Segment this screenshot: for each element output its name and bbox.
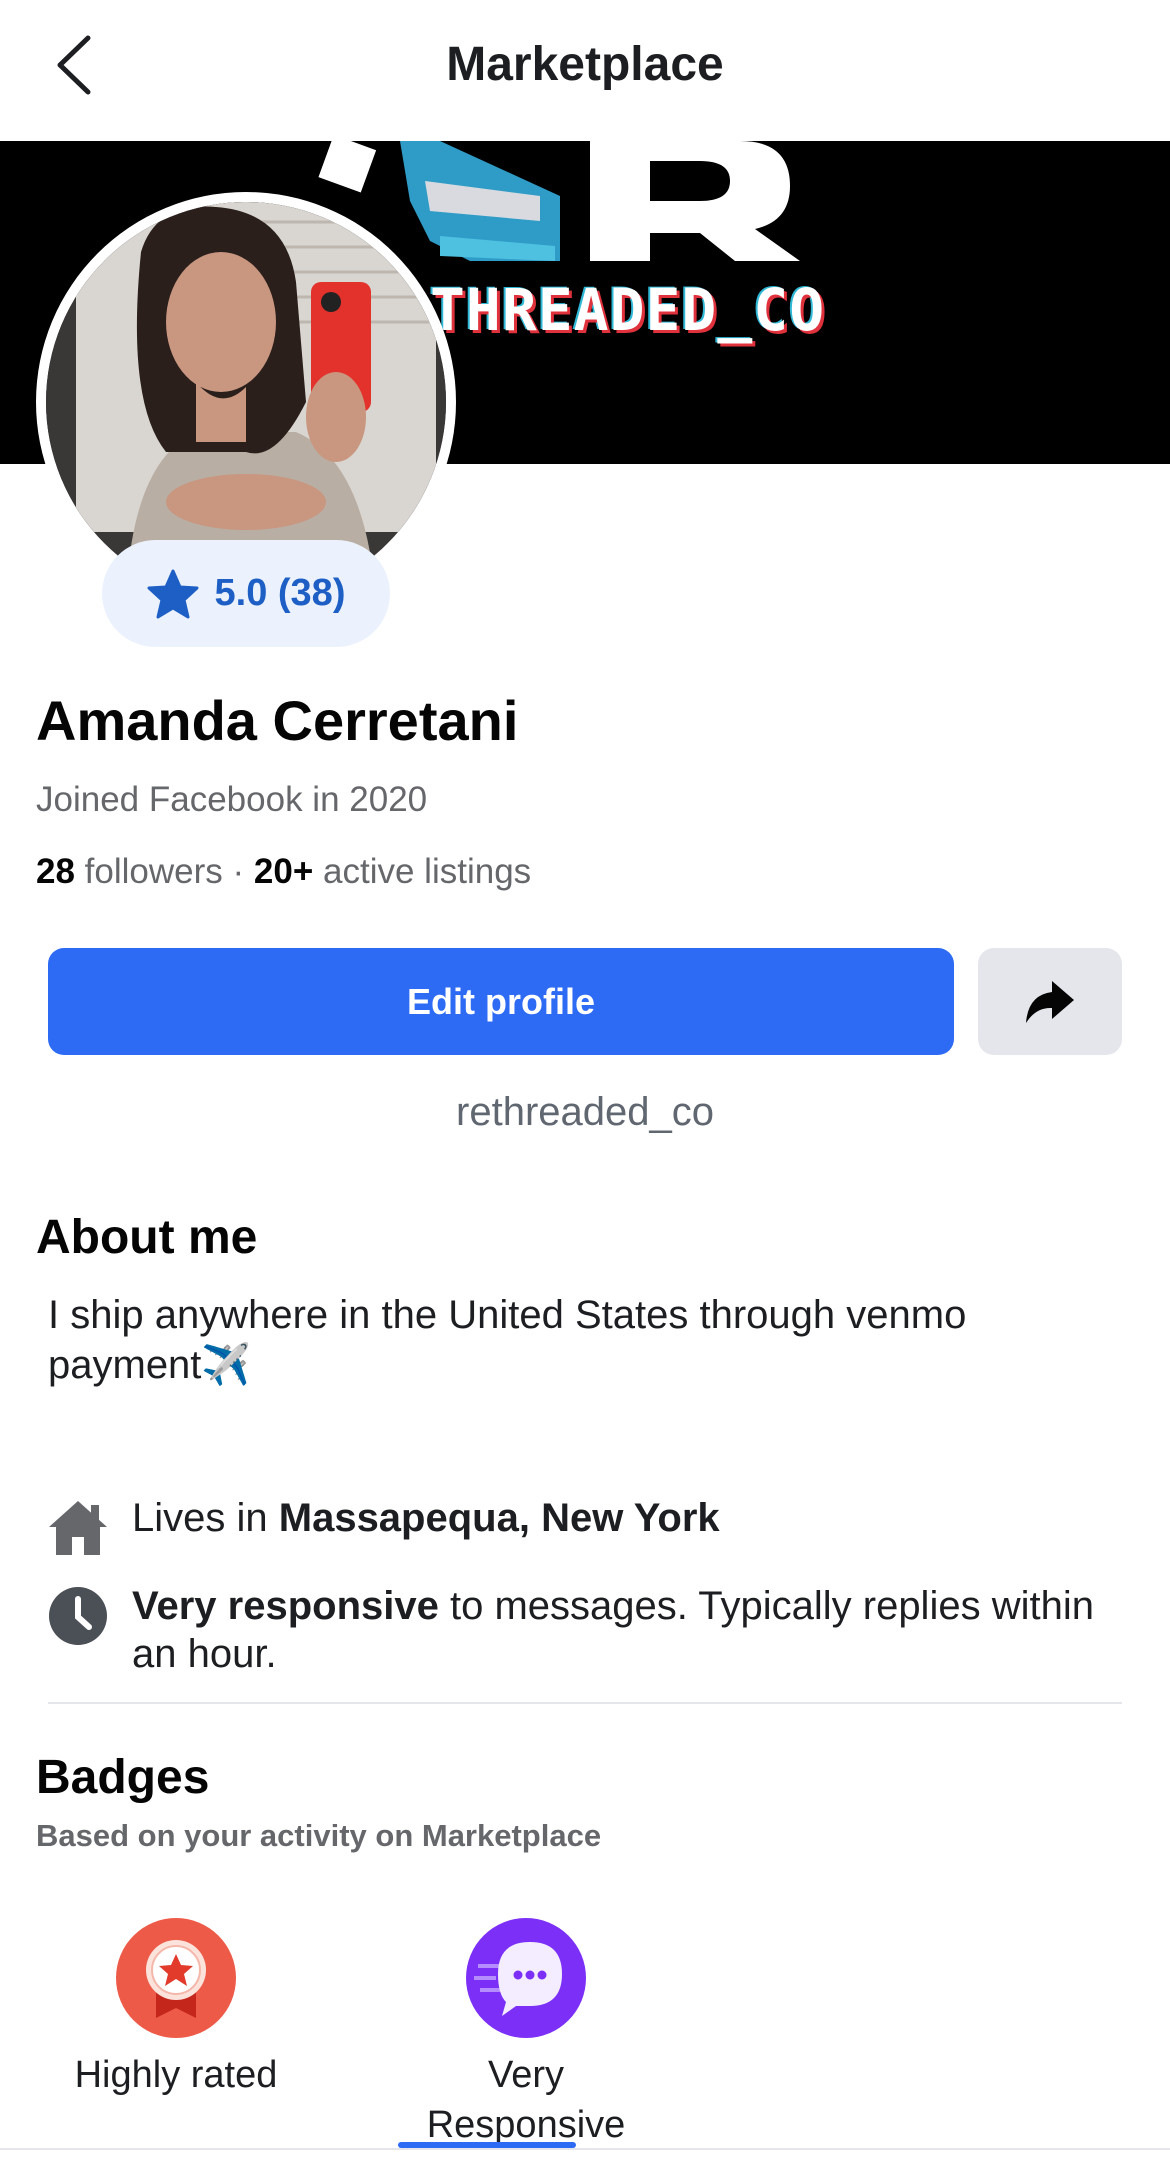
username: rethreaded_co (456, 1090, 714, 1134)
followers-count[interactable]: 28 (36, 852, 75, 891)
listings-count[interactable]: 20+ (254, 852, 313, 891)
joined-date: Joined Facebook in 2020 (36, 780, 428, 819)
location-prefix: Lives in (132, 1496, 279, 1540)
badge-label: Very Responsive (426, 2054, 626, 2146)
share-arrow-icon (1026, 980, 1074, 1023)
listings-label[interactable]: active listings (323, 852, 531, 891)
badges-heading: Badges (36, 1751, 210, 1804)
badge-label: Highly rated (74, 2054, 278, 2096)
responsiveness-row: Very responsive to messages. Typically r… (44, 1582, 1112, 1678)
rating-badge[interactable]: 5.0 (38) (102, 540, 390, 647)
bottom-divider (0, 2148, 1170, 2150)
page-title: Marketplace (446, 38, 724, 91)
home-icon (44, 1494, 112, 1562)
profile-stats: 28 followers · 20+ active listings (36, 852, 531, 892)
edit-profile-button[interactable]: Edit profile (48, 948, 954, 1055)
about-text: I ship anywhere in the United States thr… (48, 1293, 967, 1387)
about-heading: About me (36, 1211, 258, 1264)
share-button[interactable] (978, 948, 1122, 1055)
badge-highly-rated[interactable]: Highly rated (56, 1918, 296, 2100)
chat-bubble-icon (466, 1918, 586, 2038)
responsive-label: Very responsive (132, 1584, 439, 1628)
badges-subtitle: Based on your activity on Marketplace (36, 1818, 602, 1853)
location-row: Lives in Massapequa, New York (44, 1494, 1112, 1562)
section-divider (48, 1702, 1122, 1704)
cover-logo-text: THREADED_CO (430, 276, 826, 344)
followers-label[interactable]: followers (85, 852, 223, 891)
clock-icon (44, 1582, 112, 1650)
star-icon (147, 569, 199, 618)
profile-name: Amanda Cerretani (36, 689, 519, 752)
rating-value: 5.0 (38) (214, 572, 346, 614)
location-value: Massapequa, New York (278, 1496, 720, 1540)
award-ribbon-icon (116, 1918, 236, 2038)
badge-very-responsive[interactable]: Very Responsive (406, 1918, 646, 2150)
stats-separator: · (232, 852, 245, 891)
